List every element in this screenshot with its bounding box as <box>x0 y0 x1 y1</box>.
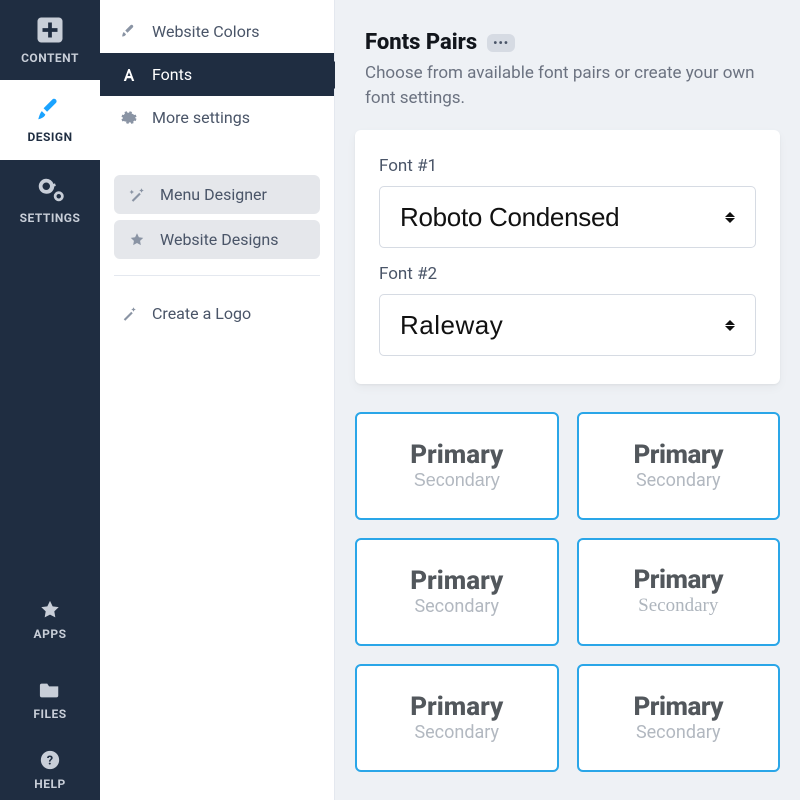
pair-primary: Primary <box>410 442 503 469</box>
sidebar-label-settings: SETTINGS <box>20 211 81 225</box>
font2-label: Font #2 <box>379 264 756 284</box>
wand-icon <box>128 186 146 204</box>
sidebar-item-design[interactable]: DESIGN <box>0 80 100 160</box>
pair-primary: Primary <box>633 442 723 469</box>
divider <box>114 275 320 276</box>
sidebar-label-content: CONTENT <box>21 51 79 65</box>
font2-value: Raleway <box>400 310 503 341</box>
main: Fonts Pairs ••• Choose from available fo… <box>335 0 800 800</box>
submenu: Website Colors Fonts More settings Menu … <box>100 0 335 800</box>
pair-primary: Primary <box>633 567 723 594</box>
submenu-label: Website Colors <box>152 22 260 41</box>
sort-icon <box>725 212 735 223</box>
star-outline-icon <box>128 231 146 249</box>
pair-secondary: Secondary <box>636 722 721 743</box>
submenu-label: Fonts <box>152 65 192 84</box>
sidebar-label-apps: APPS <box>34 627 67 641</box>
star-icon <box>39 599 61 621</box>
pair-primary: Primary <box>410 568 503 595</box>
sidebar-item-settings[interactable]: SETTINGS <box>0 160 100 240</box>
sidebar: CONTENT DESIGN SETTINGS APPS FILES ? HEL… <box>0 0 100 800</box>
pair-secondary: Secondary <box>414 722 499 743</box>
submenu-label: Menu Designer <box>160 185 267 204</box>
pair-secondary: Secondary <box>636 470 721 491</box>
gears-icon <box>35 175 65 205</box>
sidebar-item-apps[interactable]: APPS <box>0 580 100 660</box>
pair-primary: Primary <box>410 694 503 721</box>
font-settings-card: Font #1 Roboto Condensed Font #2 Raleway <box>355 130 780 384</box>
font1-select[interactable]: Roboto Condensed <box>379 186 756 248</box>
main-header: Fonts Pairs ••• Choose from available fo… <box>335 0 800 130</box>
font1-label: Font #1 <box>379 156 756 176</box>
font-pair-card[interactable]: Primary Secondary <box>577 412 781 520</box>
font-pair-card[interactable]: Primary Secondary <box>577 664 781 772</box>
font1-value: Roboto Condensed <box>400 202 619 233</box>
pairs-grid: Primary Secondary Primary Secondary Prim… <box>335 412 800 772</box>
font-pair-card[interactable]: Primary Secondary <box>355 538 559 646</box>
pair-primary: Primary <box>633 694 723 721</box>
pair-secondary: Secondary <box>638 595 718 617</box>
pair-secondary: Secondary <box>414 470 500 491</box>
submenu-item-fonts[interactable]: Fonts <box>100 53 334 96</box>
sidebar-top-group: CONTENT DESIGN SETTINGS <box>0 0 100 240</box>
sidebar-item-help[interactable]: ? HELP <box>0 740 100 800</box>
submenu-label: Website Designs <box>160 230 278 249</box>
font-a-icon <box>120 66 138 84</box>
submenu-item-create-logo[interactable]: Create a Logo <box>100 292 334 335</box>
submenu-label: Create a Logo <box>152 304 251 323</box>
svg-text:?: ? <box>47 754 53 769</box>
folder-icon <box>39 679 61 701</box>
more-options-button[interactable]: ••• <box>487 34 515 52</box>
brush-icon <box>36 96 64 124</box>
font-pair-card[interactable]: Primary Secondary <box>577 538 781 646</box>
sidebar-item-files[interactable]: FILES <box>0 660 100 740</box>
settings-small-icon <box>120 109 138 127</box>
submenu-item-website-designs[interactable]: Website Designs <box>114 220 320 259</box>
sidebar-label-files: FILES <box>33 707 66 721</box>
sort-icon <box>725 320 735 331</box>
font-pair-card[interactable]: Primary Secondary <box>355 664 559 772</box>
submenu-label: More settings <box>152 108 250 127</box>
page-title: Fonts Pairs <box>365 30 477 55</box>
submenu-item-more-settings[interactable]: More settings <box>100 96 334 139</box>
brush-small-icon <box>120 23 138 41</box>
wand-icon <box>120 305 138 323</box>
submenu-item-menu-designer[interactable]: Menu Designer <box>114 175 320 214</box>
sidebar-label-help: HELP <box>34 777 65 791</box>
font-pair-card[interactable]: Primary Secondary <box>355 412 559 520</box>
question-circle-icon: ? <box>39 749 61 771</box>
sidebar-item-content[interactable]: CONTENT <box>0 0 100 80</box>
pair-secondary: Secondary <box>414 596 499 617</box>
sidebar-bottom-group: APPS FILES ? HELP <box>0 580 100 800</box>
submenu-item-website-colors[interactable]: Website Colors <box>100 10 334 53</box>
font2-select[interactable]: Raleway <box>379 294 756 356</box>
plus-square-icon <box>35 15 65 45</box>
sidebar-label-design: DESIGN <box>27 130 72 144</box>
page-description: Choose from available font pairs or crea… <box>365 61 770 110</box>
